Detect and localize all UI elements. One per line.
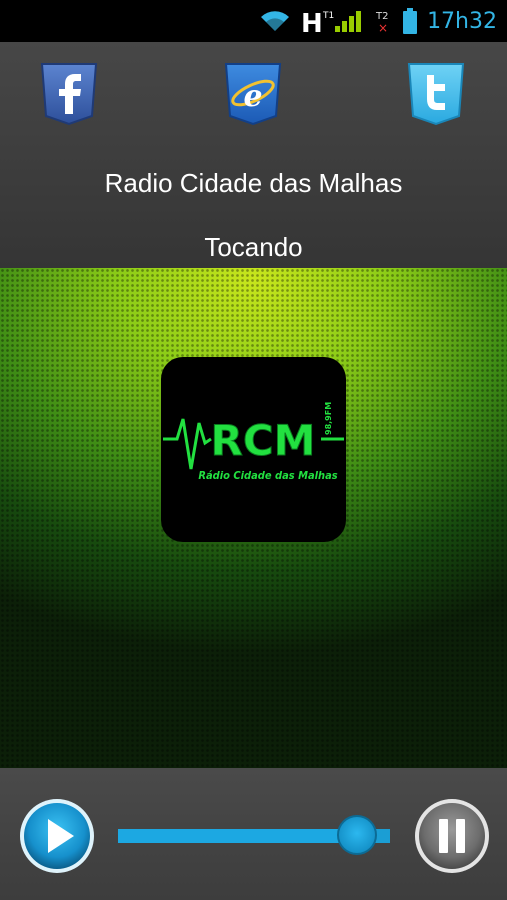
- volume-slider-thumb[interactable]: [337, 815, 378, 855]
- play-icon: [20, 799, 94, 873]
- station-logo: RCM 98,9FM Rádio Cidade das Malhas: [161, 357, 346, 542]
- sim2-no-signal-icon: T2 ×: [375, 8, 393, 34]
- svg-text:T1: T1: [322, 11, 334, 21]
- header: e Radio Cidade das Malhas Tocando: [0, 42, 507, 268]
- player-bar: [0, 768, 507, 900]
- artwork-area: RCM 98,9FM Rádio Cidade das Malhas: [0, 268, 507, 768]
- logo-side-text: 98,9FM: [324, 402, 333, 435]
- status-bar: H T1 T2 × 17h32: [0, 0, 507, 42]
- pause-icon: [415, 799, 489, 873]
- twitter-button[interactable]: [407, 62, 465, 126]
- playback-status: Tocando: [204, 232, 303, 262]
- svg-text:×: ×: [378, 21, 388, 34]
- volume-slider-fill: [118, 829, 358, 843]
- logo-text: RCM: [211, 416, 316, 465]
- station-name: Radio Cidade das Malhas: [104, 168, 403, 198]
- wifi-icon: [259, 9, 291, 33]
- facebook-button[interactable]: [40, 62, 98, 126]
- play-button[interactable]: [18, 797, 96, 875]
- internet-explorer-icon: e: [224, 63, 282, 126]
- pause-button[interactable]: [413, 797, 491, 875]
- facebook-icon: [40, 63, 98, 126]
- clock: 17h32: [427, 8, 497, 34]
- signal-icon: H T1: [301, 8, 365, 34]
- browser-button[interactable]: e: [224, 62, 282, 126]
- battery-icon: [403, 8, 418, 34]
- svg-text:e: e: [243, 79, 262, 114]
- logo-subtitle: Rádio Cidade das Malhas: [198, 469, 337, 482]
- network-type-label: H: [301, 9, 323, 34]
- twitter-icon: [407, 63, 465, 126]
- volume-slider[interactable]: [118, 815, 390, 855]
